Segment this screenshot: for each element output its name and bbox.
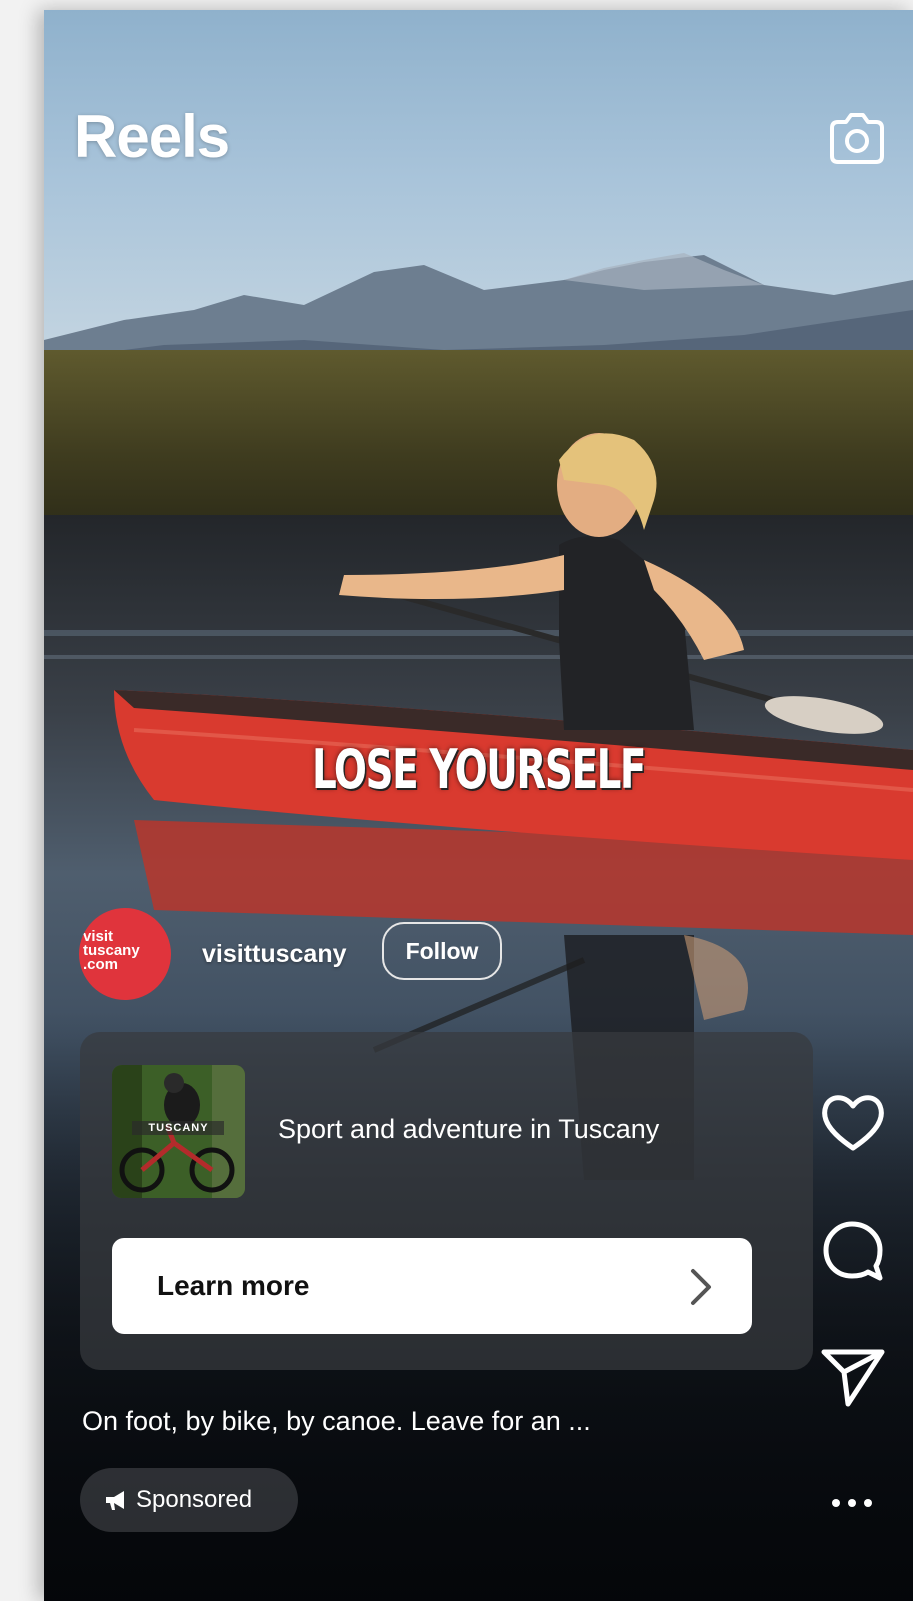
reels-screen: Reels LOSE YOURSELF visit tuscany .com v… <box>44 10 913 1601</box>
camera-icon <box>830 113 884 164</box>
caption[interactable]: On foot, by bike, by canoe. Leave for an… <box>82 1406 591 1437</box>
username[interactable]: visittuscany <box>202 940 347 969</box>
comment-button[interactable] <box>818 1218 888 1282</box>
megaphone-icon <box>106 1491 124 1510</box>
heart-icon <box>822 1095 884 1151</box>
camera-button[interactable] <box>826 108 888 170</box>
more-horizontal-icon <box>832 1499 872 1507</box>
share-button[interactable] <box>818 1344 888 1408</box>
send-icon <box>821 1349 885 1407</box>
ad-thumbnail-text: TUSCANY <box>148 1122 209 1134</box>
like-button[interactable] <box>818 1090 888 1154</box>
video-overlay-text: LOSE YOURSELF <box>311 738 646 801</box>
ad-card: TUSCANY Sport and adventure in Tuscany L… <box>80 1032 813 1370</box>
ad-thumbnail[interactable]: TUSCANY <box>112 1065 245 1198</box>
sponsored-label: Sponsored <box>136 1486 253 1513</box>
sponsored-badge[interactable]: Sponsored <box>80 1468 298 1532</box>
chevron-right-icon <box>691 1269 711 1305</box>
more-options-button[interactable] <box>822 1488 882 1518</box>
learn-more-label: Learn more <box>157 1270 310 1301</box>
avatar[interactable]: visit tuscany .com <box>79 908 171 1000</box>
comment-icon <box>823 1221 883 1281</box>
avatar-logo-text: visit tuscany .com <box>83 928 140 973</box>
ad-headline: Sport and adventure in Tuscany <box>278 1114 660 1144</box>
page-title: Reels <box>74 103 230 170</box>
follow-button[interactable]: Follow <box>382 922 502 980</box>
learn-more-button[interactable]: Learn more <box>112 1238 752 1334</box>
